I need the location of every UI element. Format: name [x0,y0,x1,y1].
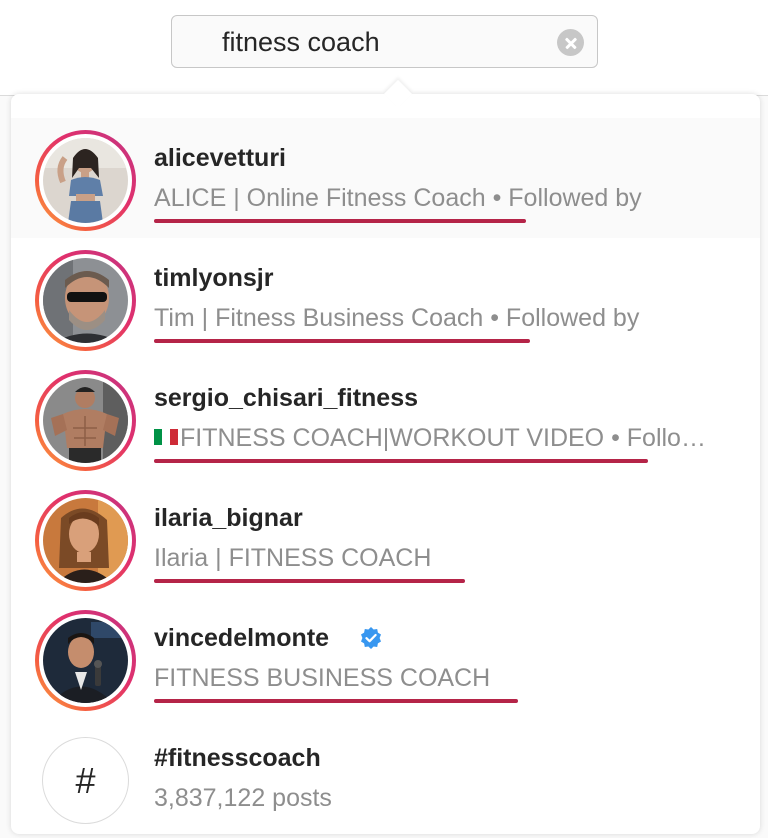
result-row-ilaria_bignar[interactable]: ilaria_bignar Ilaria | FITNESS COACH [11,478,760,598]
result-row-hashtag[interactable]: # #fitnesscoach 3,837,122 posts [11,718,760,838]
result-username: timlyonsjr [154,264,274,292]
result-subtitle: Ilaria | FITNESS COACH [154,544,432,572]
top-bar [0,0,768,96]
search-box[interactable] [171,15,598,68]
result-row-timlyonsjr[interactable]: timlyonsjr Tim | Fitness Business Coach … [11,238,760,358]
clear-search-icon[interactable] [557,29,584,56]
result-username: sergio_chisari_fitness [154,384,419,412]
italy-flag-icon [154,429,178,445]
story-ring [35,130,136,231]
result-username: ilaria_bignar [154,504,303,532]
search-input[interactable] [222,28,542,56]
result-subtitle: ALICE | Online Fitness Coach • Followed … [154,184,642,212]
highlight-underline [154,699,518,703]
hashtag-icon: # [42,737,129,824]
story-ring [35,250,136,351]
avatar-vincedelmonte [43,618,128,703]
avatar-ilaria_bignar [43,498,128,583]
search-results-dropdown: alicevetturi ALICE | Online Fitness Coac… [11,79,760,834]
result-username: vincedelmonte [154,624,330,652]
story-ring [35,370,136,471]
highlight-underline [154,459,648,463]
avatar-timlyonsjr [43,258,128,343]
story-ring [35,490,136,591]
avatar-sergio_chisari_fitness [43,378,128,463]
result-row-vincedelmonte[interactable]: vincedelmonte FITNESS BUSINESS COACH [11,598,760,718]
hashtag-post-count: 3,837,122 posts [154,784,332,812]
avatar-alicevetturi [43,138,128,223]
highlight-underline [154,339,530,343]
highlight-underline [154,219,526,223]
highlight-underline [154,579,465,583]
story-ring [35,610,136,711]
result-subtitle: FITNESS BUSINESS COACH [154,664,491,692]
result-row-sergio_chisari_fitness[interactable]: sergio_chisari_fitness FITNESS COACH|WOR… [11,358,760,478]
result-row-alicevetturi[interactable]: alicevetturi ALICE | Online Fitness Coac… [11,118,760,238]
hashtag-name: #fitnesscoach [154,744,321,772]
result-subtitle-text: FITNESS COACH|WORKOUT VIDEO • Followed b… [180,424,717,452]
result-subtitle: FITNESS COACH|WORKOUT VIDEO • Followed b… [154,424,717,453]
result-username: alicevetturi [154,144,287,172]
result-subtitle: Tim | Fitness Business Coach • Followed … [154,304,640,332]
verified-badge-icon [361,627,381,649]
